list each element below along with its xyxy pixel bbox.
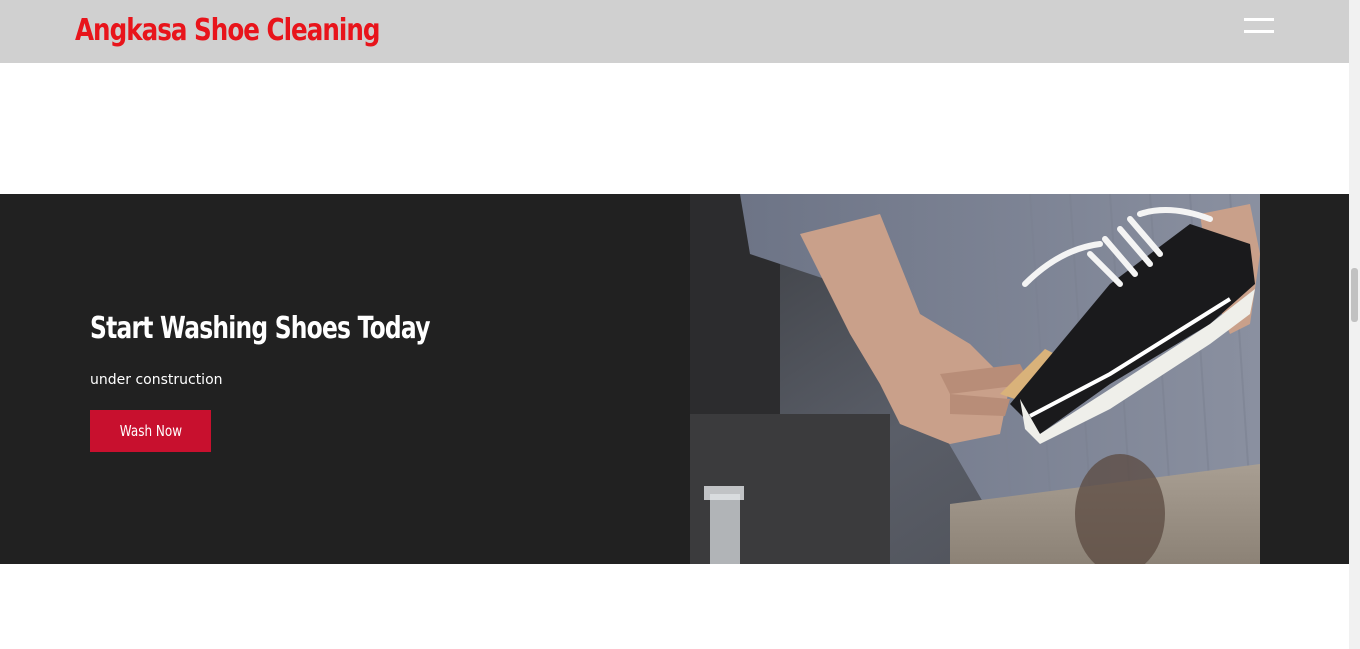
page: Angkasa Shoe Cleaning Start Washing Shoe… (0, 0, 1360, 649)
shoe-cleaning-photo (690, 194, 1260, 564)
menu-line-bottom (1244, 30, 1274, 33)
wash-now-button-label: Wash Now (119, 422, 182, 440)
cta-subtitle: under construction (90, 372, 223, 388)
hamburger-menu-icon[interactable] (1244, 18, 1276, 38)
scrollbar-thumb[interactable] (1351, 268, 1358, 322)
cta-title: Start Washing Shoes Today (90, 311, 430, 346)
brand-logo-link[interactable]: Angkasa Shoe Cleaning (75, 11, 380, 51)
vertical-scrollbar[interactable] (1349, 0, 1360, 649)
wash-now-button[interactable]: Wash Now (90, 410, 211, 452)
site-header: Angkasa Shoe Cleaning (0, 0, 1349, 63)
menu-line-top (1244, 18, 1274, 21)
